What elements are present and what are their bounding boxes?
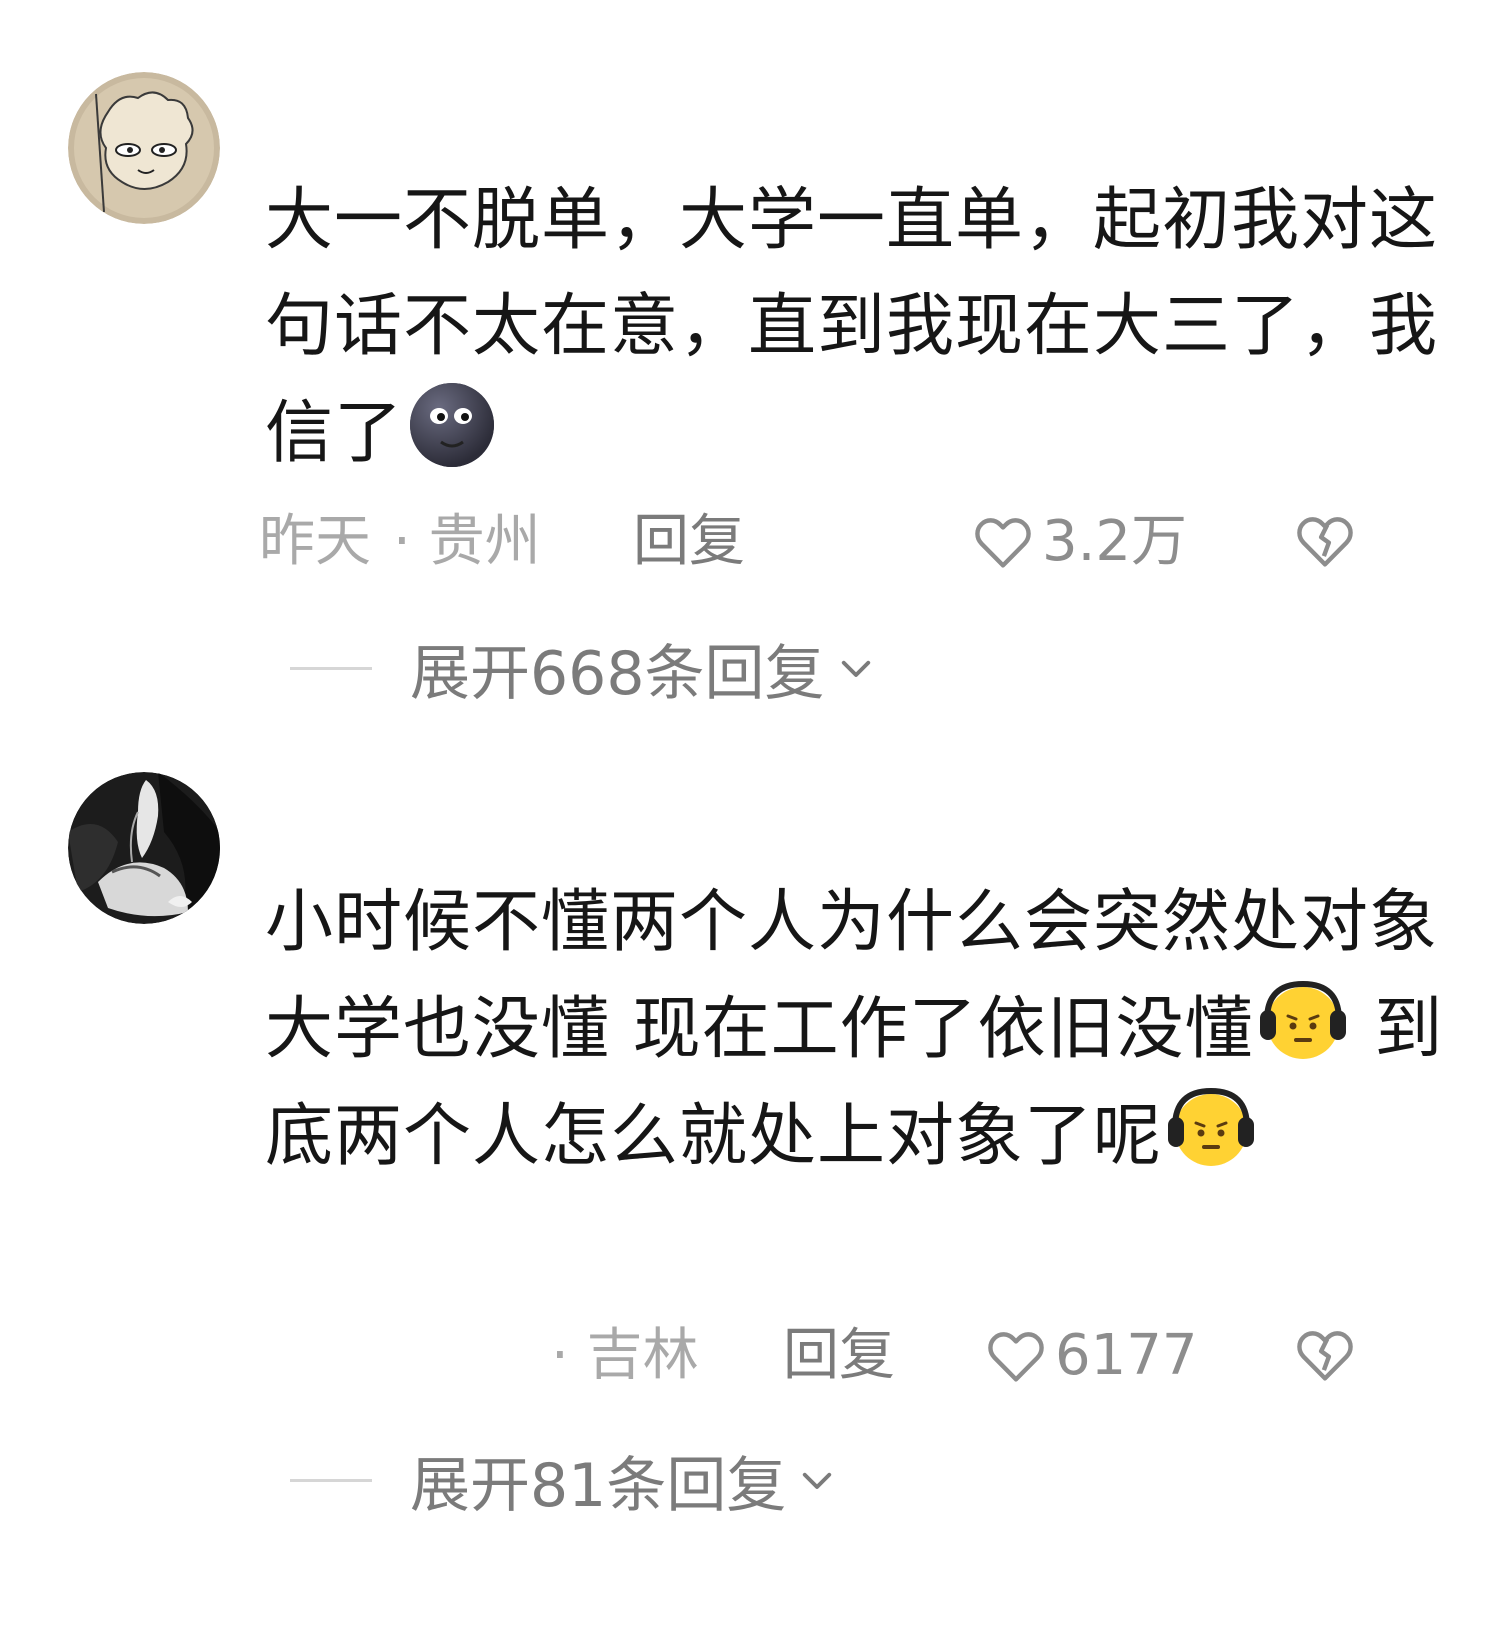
- comment-date: 昨天: [259, 509, 371, 574]
- avatar-image: [68, 772, 220, 924]
- like-count: 3.2万: [1042, 509, 1188, 574]
- comment-text: 大一不脱单，大学一直单，起初我对这句话不太在意，直到我现在大三了，我信了: [265, 168, 1445, 487]
- reply-button[interactable]: 回复: [783, 1316, 895, 1396]
- heart-icon: [975, 518, 1031, 568]
- like-button[interactable]: 3.2万: [970, 502, 1187, 582]
- expand-divider: [290, 666, 372, 670]
- reply-button[interactable]: 回复: [633, 502, 745, 582]
- like-count: 6177: [1055, 1323, 1198, 1388]
- chevron-down-icon: [841, 660, 870, 677]
- like-button[interactable]: 6177: [983, 1316, 1198, 1396]
- new-moon-face-icon: [407, 380, 497, 470]
- frowning-headphones-face-icon: [1258, 976, 1348, 1066]
- avatar[interactable]: [68, 72, 220, 224]
- comment-location: · 吉林: [551, 1323, 699, 1388]
- expand-replies-button[interactable]: 展开81条回复: [290, 1440, 838, 1521]
- avatar[interactable]: [68, 772, 220, 924]
- broken-heart-icon[interactable]: [1292, 1322, 1358, 1388]
- comment-text: 小时候不懂两个人为什么会突然处对象 大学也没懂 现在工作了依旧没懂 到底两个人怎…: [265, 870, 1445, 1190]
- avatar-image: [68, 72, 220, 224]
- heart-icon: [988, 1332, 1044, 1382]
- comment-meta: · 吉林 回复 6177: [265, 1316, 1465, 1396]
- broken-heart-icon[interactable]: [1292, 508, 1358, 574]
- comment-location: · 贵州: [393, 509, 541, 574]
- comment-meta: 昨天 · 贵州 回复 3.2万: [259, 502, 1465, 582]
- expand-divider: [290, 1478, 372, 1482]
- expand-replies-label: 展开81条回复: [410, 1450, 787, 1521]
- chevron-down-icon: [803, 1472, 832, 1489]
- frowning-headphones-face-icon: [1166, 1083, 1256, 1173]
- expand-replies-button[interactable]: 展开668条回复: [290, 628, 877, 709]
- expand-replies-label: 展开668条回复: [410, 638, 825, 709]
